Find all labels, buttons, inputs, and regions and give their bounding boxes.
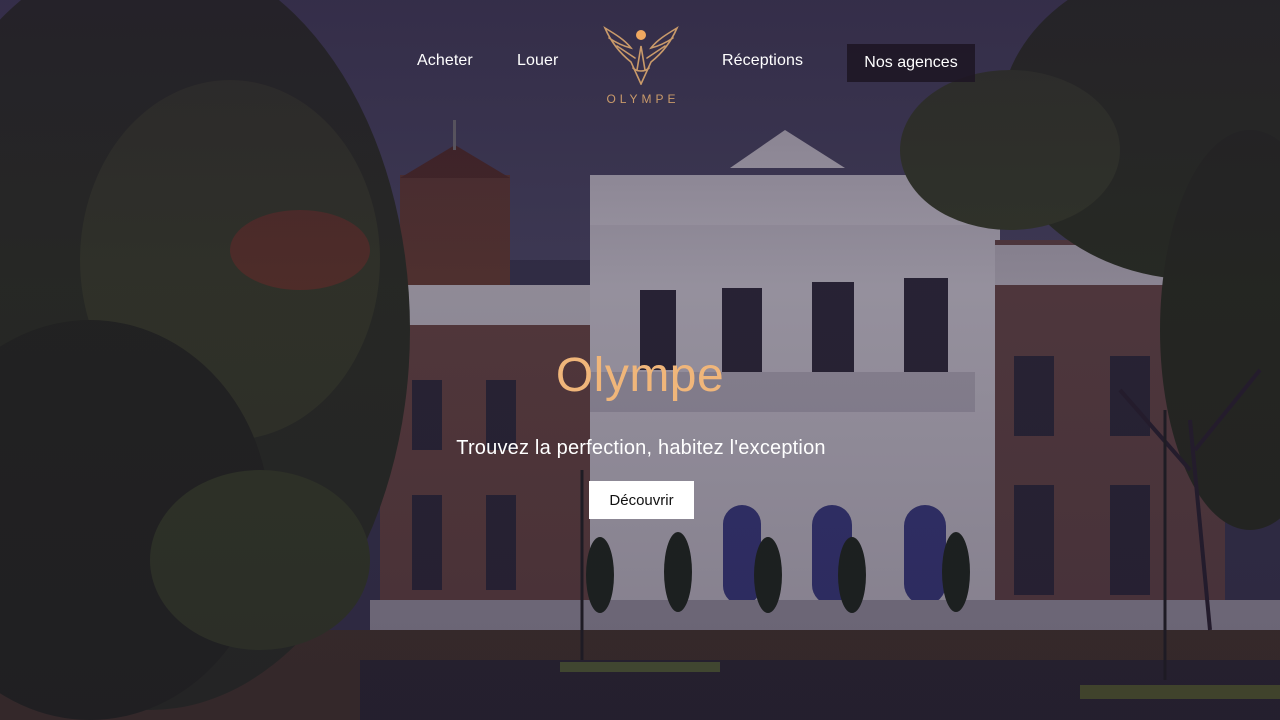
hero-title: Olympe [555,349,725,402]
logo-wordmark: OLYMPE [606,92,680,106]
nos-agences-button[interactable]: Nos agences [847,44,975,82]
hero-subtitle: Trouvez la perfection, habitez l'excepti… [456,437,826,459]
hero-section: Acheter Louer OLYMPE Réceptions Nos agen… [0,0,1280,720]
nav-link-louer[interactable]: Louer [517,52,558,70]
decouvrir-button[interactable]: Découvrir [589,481,694,519]
nav-link-receptions[interactable]: Réceptions [722,52,803,70]
winged-emblem-icon [603,26,679,85]
nav-link-acheter[interactable]: Acheter [417,52,473,70]
main-navigation: Acheter Louer OLYMPE Réceptions Nos agen… [0,0,1280,120]
site-logo[interactable]: OLYMPE [596,24,686,116]
